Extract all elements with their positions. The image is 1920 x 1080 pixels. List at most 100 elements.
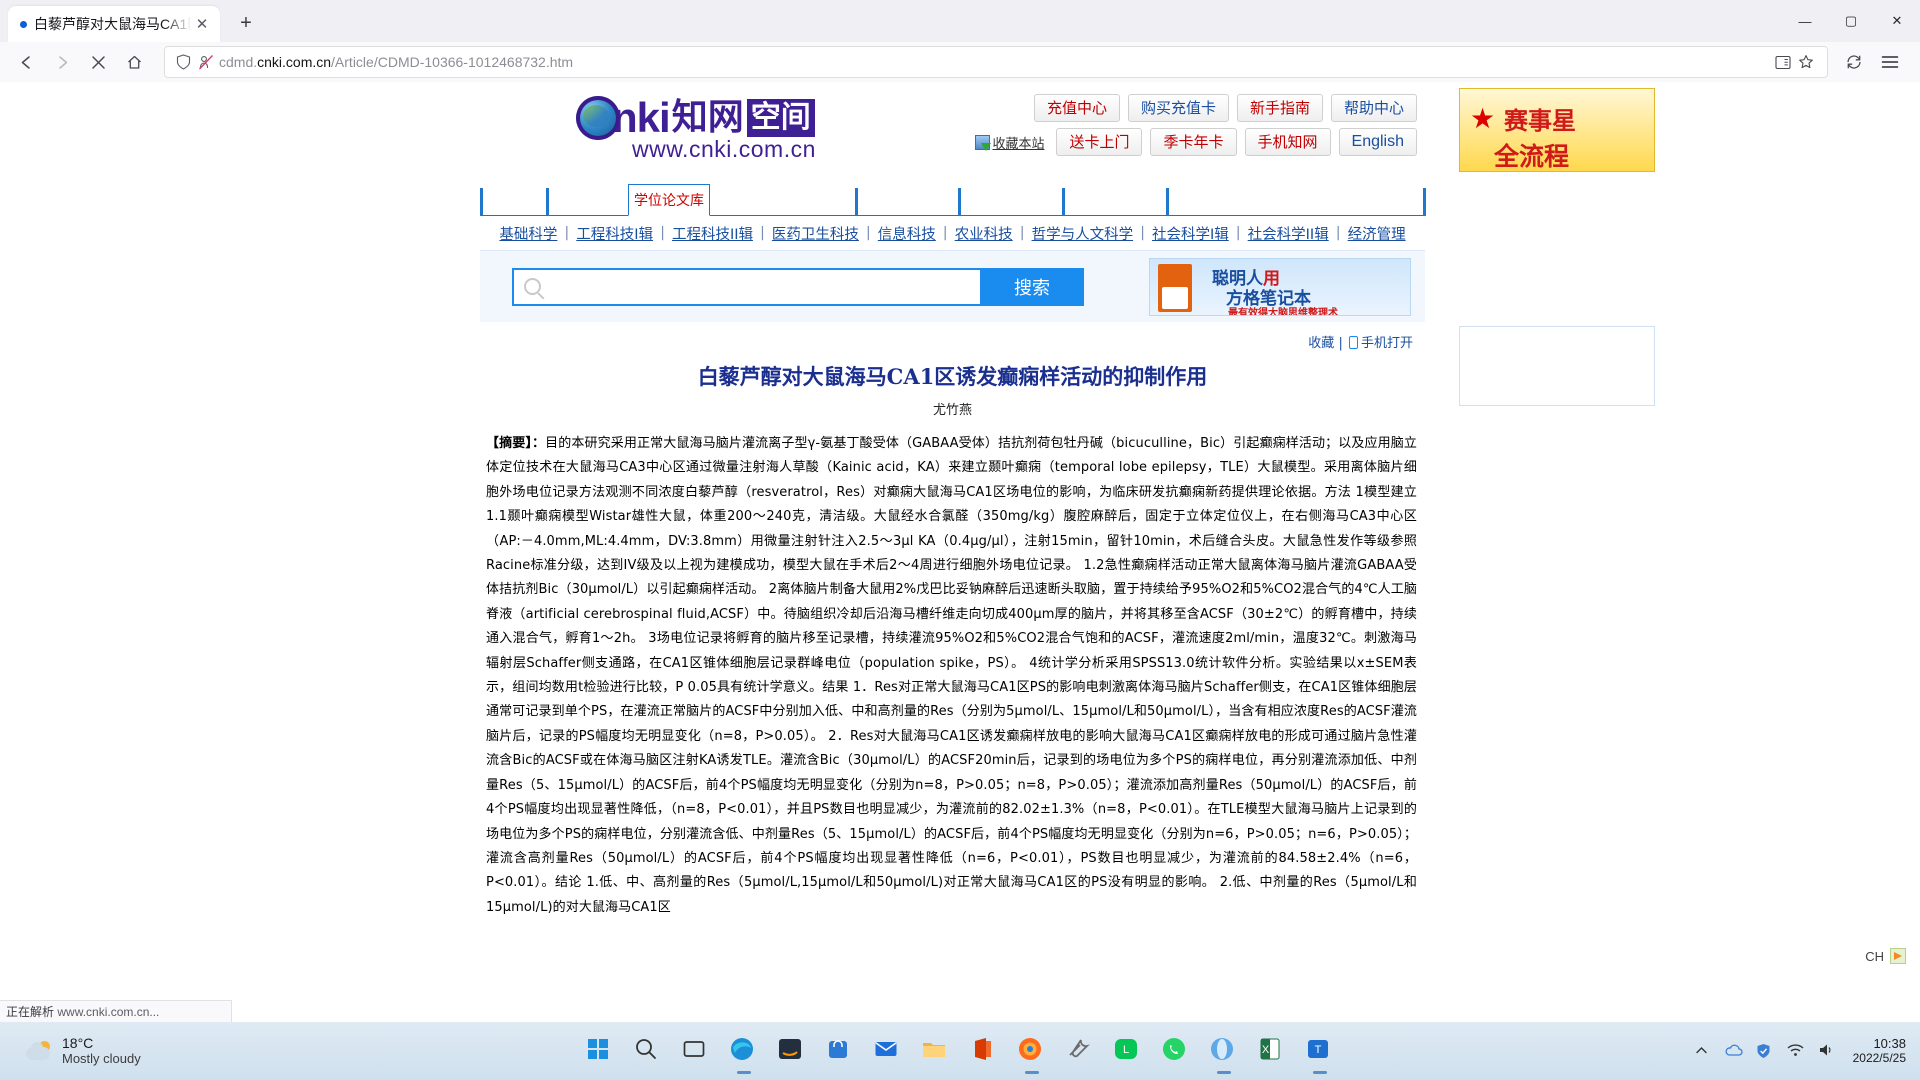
tabs-underline [480,215,1425,216]
tab-close-icon[interactable]: ✕ [192,14,212,34]
onedrive-icon[interactable] [1725,1043,1743,1060]
page-container: nki 知网 空间 www.cnki.com.cn 充值中心 购买充值卡 新手指… [480,82,1655,920]
tab-divider [1423,188,1426,216]
abstract-label: 【摘要】： [486,436,546,451]
status-prefix: 正在解析 [6,1005,55,1019]
subject-link-2[interactable]: 工程科技II辑 [672,223,753,244]
minimize-button[interactable]: — [1782,0,1828,42]
subject-link-4[interactable]: 信息科技 [878,223,936,244]
page-viewport: nki 知网 空间 www.cnki.com.cn 充值中心 购买充值卡 新手指… [0,82,1920,1022]
recharge-center-button[interactable]: 充值中心 [1033,94,1120,122]
header-action-area: 充值中心 购买充值卡 新手指南 帮助中心 收藏本站 送卡上门 季卡年卡 手机知网… [975,94,1417,162]
mobile-cnki-button[interactable]: 手机知网 [1244,128,1331,156]
firefox-icon[interactable] [1017,1036,1047,1066]
start-icon[interactable] [585,1036,615,1066]
task-view-icon[interactable] [681,1036,711,1066]
tab-thesis-library[interactable]: 学位论文库 [628,184,710,216]
excel-icon[interactable]: X [1257,1036,1287,1066]
logo-nki-text: nki [612,94,671,141]
tab-divider [480,188,483,216]
taskbar-apps: L X T [585,1036,1335,1066]
address-bar[interactable]: cdmd.cnki.com.cn/Article/CDMD-10366-1012… [164,46,1828,78]
store-icon[interactable] [825,1036,855,1066]
subject-separator: | [1235,225,1241,241]
article-tools: 收藏 | 手机打开 [480,322,1425,351]
library-tabs: 学位论文库 [480,182,1426,216]
edge-icon[interactable] [729,1036,759,1066]
line-icon[interactable]: L [1113,1036,1143,1066]
back-button[interactable] [10,46,42,78]
teams-icon[interactable]: T [1305,1036,1335,1066]
mobile-open-link[interactable]: 手机打开 [1361,336,1413,351]
weather-widget[interactable]: 18°C Mostly cloudy [26,1035,141,1067]
english-button[interactable]: English [1338,128,1417,156]
sync-icon[interactable] [1838,46,1870,78]
beginner-guide-button[interactable]: 新手指南 [1236,94,1323,122]
stop-loading-button[interactable] [82,46,114,78]
subject-link-6[interactable]: 哲学与人文科学 [1032,223,1134,244]
subject-link-8[interactable]: 社会科学II辑 [1248,223,1329,244]
ime-status-badge[interactable]: CH [1865,948,1906,964]
bookmark-site-icon [975,134,992,151]
season-year-card-button[interactable]: 季卡年卡 [1150,128,1237,156]
close-window-button[interactable]: ✕ [1874,0,1920,42]
tools-icon[interactable] [1065,1036,1095,1066]
shield-icon[interactable] [173,52,193,72]
reader-view-icon[interactable] [1773,52,1793,72]
forward-button[interactable] [46,46,78,78]
url-text: cdmd.cnki.com.cn/Article/CDMD-10366-1012… [219,54,574,70]
window-controls: — ▢ ✕ [1782,0,1920,42]
chevron-up-icon[interactable] [1694,1043,1711,1060]
subject-link-7[interactable]: 社会科学I辑 [1152,223,1229,244]
help-center-button[interactable]: 帮助中心 [1330,94,1417,122]
subject-separator: | [942,225,948,241]
tracker-blocked-icon[interactable] [196,52,216,72]
navigation-toolbar: cdmd.cnki.com.cn/Article/CDMD-10366-1012… [0,42,1920,82]
cnki-logo[interactable]: nki 知网 空间 www.cnki.com.cn [576,96,816,163]
volume-icon[interactable] [1818,1043,1835,1060]
maximize-button[interactable]: ▢ [1828,0,1874,42]
notebook-ad-banner[interactable]: 聪明人用 方格笔记本 最有效得大脑思维整理术 [1149,257,1411,316]
search-input-wrapper[interactable] [512,267,980,306]
windows-taskbar: 18°C Mostly cloudy L X T 10:38 2022/5/25 [0,1022,1920,1080]
taskbar-clock[interactable]: 10:38 2022/5/25 [1853,1036,1906,1066]
rail-ad-subtitle: 全流程 [1494,142,1570,171]
logo-zhiwang-text: 知网 [671,97,744,138]
ime-mode-icon[interactable] [1890,948,1906,964]
page-title: 白藜芦醇对大鼠海马CA1区诱发癫痫样活动的抑制作用 [697,364,1208,389]
subject-link-5[interactable]: 农业科技 [955,223,1013,244]
office-icon[interactable] [969,1036,999,1066]
search-submit-button[interactable]: 搜索 [980,267,1084,306]
opera-icon[interactable] [1209,1036,1239,1066]
partly-cloudy-icon [26,1041,52,1061]
mail-icon[interactable] [873,1036,903,1066]
subject-separator: | [1140,225,1145,241]
subject-separator: | [660,225,665,241]
hamburger-menu-icon[interactable] [1874,46,1906,78]
weather-condition: Mostly cloudy [62,1051,141,1066]
subject-link-0[interactable]: 基础科学 [499,223,557,244]
subject-link-1[interactable]: 工程科技I辑 [576,223,653,244]
card-delivery-button[interactable]: 送卡上门 [1056,128,1143,156]
search-icon[interactable] [633,1036,663,1066]
search-input[interactable] [541,271,980,302]
amazon-icon[interactable] [777,1036,807,1066]
whatsapp-icon[interactable] [1161,1036,1191,1066]
subject-link-9[interactable]: 经济管理 [1348,223,1406,244]
right-rail: ★ 赛事星 全流程 [1459,88,1655,406]
search-icon [524,278,541,295]
bookmark-site-link[interactable]: 收藏本站 [975,133,1044,152]
bookmark-star-icon[interactable] [1796,52,1816,72]
wifi-icon[interactable] [1787,1043,1804,1060]
new-tab-button[interactable]: + [230,7,262,39]
home-button[interactable] [118,46,150,78]
subject-link-3[interactable]: 医药卫生科技 [772,223,859,244]
browser-tab[interactable]: 白藜芦醇对大鼠海马CA1区诱发… ✕ [8,6,220,42]
favorite-link[interactable]: 收藏 [1308,336,1334,351]
explorer-icon[interactable] [921,1036,951,1066]
event-ad-banner[interactable]: ★ 赛事星 全流程 [1459,88,1655,172]
buy-card-button[interactable]: 购买充值卡 [1127,94,1229,122]
status-bar: 正在解析 www.cnki.com.cn... [0,1000,232,1022]
subject-nav: 基础科学 | 工程科技I辑 | 工程科技II辑 | 医药卫生科技 | 信息科技 | 农业科… [480,216,1425,250]
security-icon[interactable] [1756,1043,1773,1060]
